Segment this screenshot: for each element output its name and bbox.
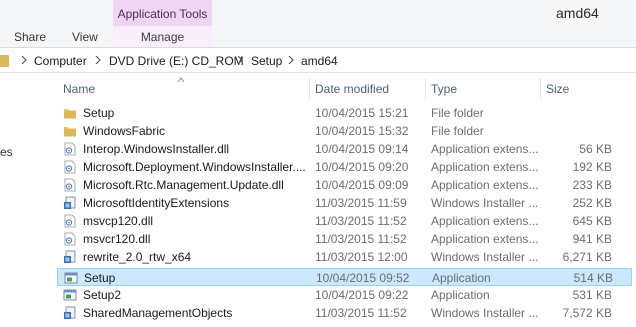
file-type: File folder bbox=[431, 106, 484, 120]
column-divider[interactable] bbox=[309, 78, 310, 100]
file-name: Setup2 bbox=[83, 288, 122, 302]
column-header-date[interactable]: Date modified bbox=[315, 82, 389, 96]
file-size: 514 KB bbox=[573, 271, 613, 285]
file-type: Application bbox=[432, 271, 491, 285]
file-row[interactable]: Microsoft.Rtc.Management.Update.dll 10/04… bbox=[57, 176, 632, 194]
file-name: WindowsFabric bbox=[83, 124, 166, 138]
file-date: 10/04/2015 09:52 bbox=[316, 271, 410, 285]
file-date: 10/04/2015 09:22 bbox=[315, 288, 409, 302]
file-date: 10/04/2015 09:20 bbox=[315, 160, 409, 174]
dll-icon bbox=[63, 142, 77, 156]
file-row[interactable]: SharedManagementObjects 11/03/2015 11:52 W… bbox=[57, 304, 632, 322]
file-date: 10/04/2015 09:14 bbox=[315, 142, 409, 156]
file-type: Windows Installer ... bbox=[431, 196, 539, 210]
dll-icon bbox=[63, 232, 77, 246]
column-header-type[interactable]: Type bbox=[431, 82, 457, 96]
folder-icon bbox=[63, 106, 77, 120]
file-type: File folder bbox=[431, 124, 484, 138]
file-name: Interop.WindowsInstaller.dll bbox=[83, 142, 230, 156]
file-name: msvcp120.dll bbox=[83, 214, 154, 228]
chevron-right-icon[interactable] bbox=[20, 54, 28, 66]
file-type: Application extens... bbox=[431, 160, 539, 174]
dll-icon bbox=[63, 160, 77, 174]
chevron-right-icon[interactable] bbox=[94, 54, 102, 66]
file-row[interactable]: WindowsFabric 10/04/2015 15:32 File folder bbox=[57, 122, 632, 140]
file-size: 6,271 KB bbox=[562, 250, 612, 264]
file-name: SharedManagementObjects bbox=[83, 306, 233, 320]
file-size: 56 KB bbox=[579, 142, 612, 156]
file-date: 11/03/2015 11:59 bbox=[315, 196, 407, 210]
dll-icon bbox=[63, 178, 77, 192]
file-row[interactable]: Setup 10/04/2015 15:21 File folder bbox=[57, 104, 632, 122]
ribbon-divider bbox=[0, 47, 636, 48]
msi-icon bbox=[63, 196, 77, 210]
file-type: Application extens... bbox=[431, 142, 539, 156]
msi-icon bbox=[63, 250, 77, 264]
column-divider[interactable] bbox=[425, 78, 426, 100]
folder-icon bbox=[63, 124, 77, 138]
nav-pane-item[interactable]: es bbox=[0, 145, 13, 159]
file-size: 941 KB bbox=[572, 232, 612, 246]
msi-icon bbox=[63, 306, 77, 320]
file-row[interactable]: Interop.WindowsInstaller.dll 10/04/2015 0… bbox=[57, 140, 632, 158]
file-date: 10/04/2015 15:21 bbox=[315, 106, 409, 120]
dll-icon bbox=[63, 214, 77, 228]
file-name: msvcr120.dll bbox=[83, 232, 151, 246]
breadcrumb-setup[interactable]: Setup bbox=[251, 54, 282, 68]
file-date: 11/03/2015 11:52 bbox=[315, 306, 407, 320]
file-size: 531 KB bbox=[572, 288, 612, 302]
chevron-right-icon[interactable] bbox=[287, 54, 295, 66]
breadcrumb-amd64[interactable]: amd64 bbox=[301, 54, 338, 68]
folder-icon bbox=[0, 55, 9, 67]
file-row[interactable]: rewrite_2.0_rtw_x64 11/03/2015 12:00 Windo… bbox=[57, 248, 632, 266]
file-name: Microsoft.Deployment.WindowsInstaller...… bbox=[83, 160, 306, 174]
column-header-name[interactable]: Name bbox=[63, 82, 95, 96]
file-size: 7,572 KB bbox=[562, 306, 612, 320]
file-date: 10/04/2015 09:09 bbox=[315, 178, 409, 192]
file-name: Setup bbox=[84, 271, 116, 285]
tab-manage[interactable]: Manage bbox=[113, 26, 212, 48]
file-size: 645 KB bbox=[572, 214, 612, 228]
window-title: amd64 bbox=[556, 5, 599, 21]
application-tools-label: Application Tools bbox=[113, 0, 212, 26]
file-type: Application extens... bbox=[431, 178, 539, 192]
chevron-right-icon[interactable] bbox=[236, 54, 244, 66]
file-type: Windows Installer ... bbox=[431, 306, 539, 320]
file-type: Application extens... bbox=[431, 232, 539, 246]
exe-icon bbox=[64, 271, 78, 285]
file-name: rewrite_2.0_rtw_x64 bbox=[83, 250, 192, 264]
file-row[interactable]: msvcr120.dll 11/03/2015 11:52 Application … bbox=[57, 230, 632, 248]
tab-view[interactable]: View bbox=[72, 26, 98, 48]
file-row[interactable]: MicrosoftIdentityExtensions 11/03/2015 11… bbox=[57, 194, 632, 212]
file-size: 233 KB bbox=[572, 178, 612, 192]
address-bar[interactable]: Computer DVD Drive (E:) CD_ROM Setup amd… bbox=[0, 50, 636, 73]
tab-share[interactable]: Share bbox=[14, 26, 46, 48]
file-name: MicrosoftIdentityExtensions bbox=[83, 196, 230, 210]
file-row[interactable]: Setup2 10/04/2015 09:22 Application 531 KB bbox=[57, 286, 632, 304]
title-bar: Application Tools amd64 Share View Manag… bbox=[0, 0, 636, 48]
file-size: 192 KB bbox=[572, 160, 612, 174]
file-size: 252 KB bbox=[572, 196, 612, 210]
column-header-size[interactable]: Size bbox=[546, 82, 569, 96]
file-date: 11/03/2015 11:52 bbox=[315, 214, 407, 228]
breadcrumb-computer[interactable]: Computer bbox=[34, 54, 87, 68]
sort-ascending-icon bbox=[177, 77, 185, 83]
file-row[interactable]: msvcp120.dll 11/03/2015 11:52 Application … bbox=[57, 212, 632, 230]
file-row[interactable]: Microsoft.Deployment.WindowsInstaller...… bbox=[57, 158, 632, 176]
file-date: 11/03/2015 12:00 bbox=[315, 250, 408, 264]
file-type: Application extens... bbox=[431, 214, 539, 228]
file-date: 11/03/2015 11:52 bbox=[315, 232, 407, 246]
file-row[interactable]: Setup 10/04/2015 09:52 Application 514 KB bbox=[57, 268, 632, 286]
file-date: 10/04/2015 15:32 bbox=[315, 124, 409, 138]
exe-icon bbox=[63, 288, 77, 302]
file-name: Microsoft.Rtc.Management.Update.dll bbox=[83, 178, 284, 192]
file-type: Windows Installer ... bbox=[431, 250, 539, 264]
column-divider[interactable] bbox=[540, 78, 541, 100]
breadcrumb-dvd-drive[interactable]: DVD Drive (E:) CD_ROM bbox=[109, 54, 244, 68]
file-type: Application bbox=[431, 288, 490, 302]
file-name: Setup bbox=[83, 106, 115, 120]
